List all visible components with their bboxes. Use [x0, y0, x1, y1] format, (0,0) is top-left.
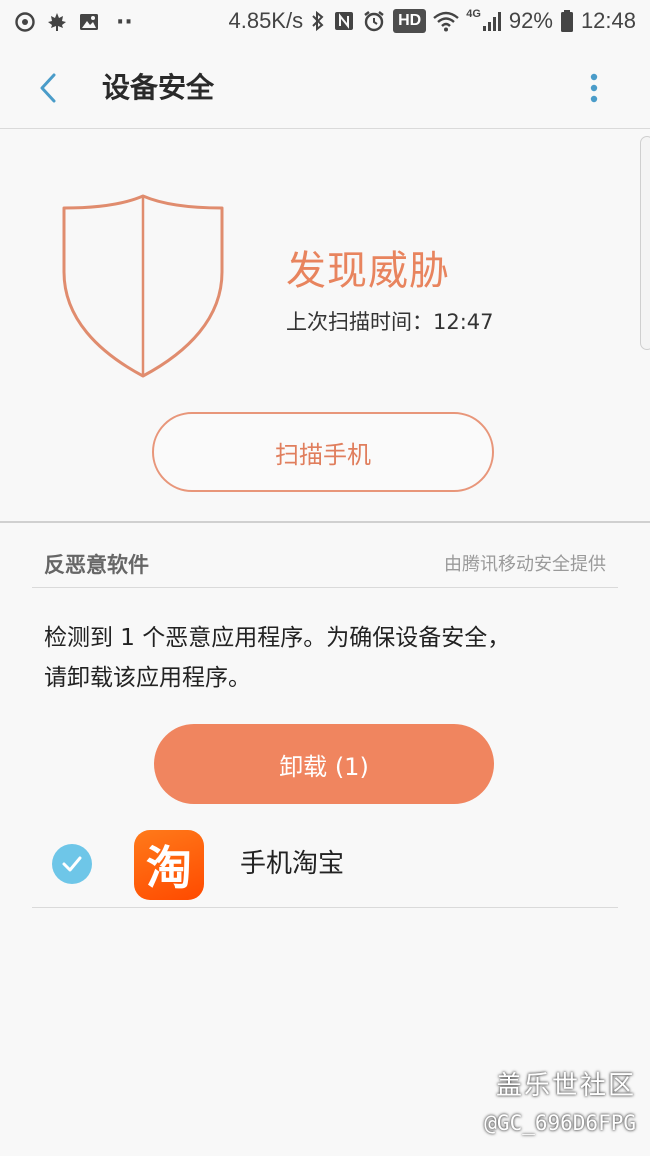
app-bar-divider: [0, 128, 650, 129]
nfc-icon: [335, 12, 354, 30]
provider-note: 由腾讯移动安全提供: [444, 554, 606, 575]
watermark-username: @GC_696D6FPG: [484, 1111, 636, 1135]
hd-voice-badge: HD: [393, 9, 427, 33]
shield-icon: [62, 194, 224, 378]
alarm-icon: [364, 11, 384, 32]
taobao-app-icon: 淘: [134, 830, 204, 900]
status-bar: ·· 4.85K/s HD 4G 92% 12:48: [0, 0, 650, 44]
threat-status-title: 发现威胁: [286, 248, 450, 294]
page-title: 设备安全: [102, 71, 215, 104]
back-button[interactable]: [26, 66, 70, 110]
maple-leaf-icon: [48, 13, 66, 31]
chevron-left-icon: [40, 73, 56, 103]
more-notifications-icon: ··: [116, 9, 133, 35]
list-divider: [32, 907, 618, 908]
checkmark-icon: [62, 856, 82, 872]
more-vert-icon: [590, 73, 598, 103]
uninstall-button[interactable]: 卸载 (1): [154, 724, 494, 804]
battery-percent: 92%: [508, 8, 553, 33]
watermark-site-name: 盖乐世社区: [495, 1071, 636, 1101]
malware-description: 检测到 1 个恶意应用程序。为确保设备安全， 请卸载该应用程序。: [44, 618, 614, 698]
section-title-anti-malware: 反恶意软件: [44, 553, 149, 577]
description-line-1: 检测到 1 个恶意应用程序。为确保设备安全，: [44, 625, 511, 651]
wifi-icon: [433, 11, 459, 32]
last-scan-time: 上次扫描时间：12:47: [286, 310, 494, 334]
network-type-label: 4G: [466, 8, 481, 20]
checkbox-checked-icon[interactable]: [52, 844, 92, 884]
system-status-icons: 4.85K/s HD 4G 92% 12:48: [228, 6, 636, 36]
clock: 12:48: [580, 8, 636, 33]
sync-icon: [15, 12, 35, 32]
network-speed: 4.85K/s: [228, 8, 304, 33]
battery-icon: [560, 10, 573, 32]
scan-phone-button[interactable]: 扫描手机: [152, 412, 494, 492]
header-divider: [0, 521, 650, 523]
signal-icon: [482, 12, 501, 31]
app-name: 手机淘宝: [240, 849, 345, 879]
description-line-2: 请卸载该应用程序。: [44, 665, 251, 691]
notification-icons: ··: [14, 8, 133, 36]
bluetooth-icon: [312, 10, 324, 32]
section-divider: [32, 587, 618, 588]
scroll-handle[interactable]: [640, 136, 650, 350]
more-options-button[interactable]: [572, 66, 616, 110]
app-bar: 设备安全: [0, 44, 650, 128]
image-icon: [80, 14, 98, 30]
list-item-malicious-app[interactable]: 淘 手机淘宝: [32, 822, 618, 908]
